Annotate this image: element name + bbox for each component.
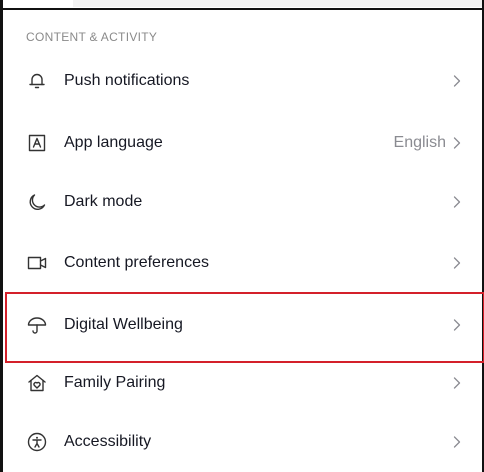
settings-row-digital-wellbeing[interactable]: Digital Wellbeing: [6, 300, 480, 350]
chevron-right-icon: [452, 376, 462, 390]
settings-screen: CONTENT & ACTIVITY Push notifications Ap…: [0, 0, 484, 472]
row-label: Family Pairing: [64, 374, 166, 391]
row-label: Push notifications: [64, 72, 190, 89]
settings-row-push-notifications[interactable]: Push notifications: [6, 56, 480, 106]
top-bar-strip: [73, 0, 482, 7]
row-value: English: [393, 134, 446, 151]
settings-row-accessibility[interactable]: Accessibility: [6, 417, 480, 467]
home-heart-icon: [26, 372, 48, 394]
top-bar: [3, 0, 482, 10]
settings-row-app-language[interactable]: App language English: [6, 118, 480, 168]
language-icon: [26, 132, 48, 154]
chevron-right-icon: [452, 256, 462, 270]
chevron-right-icon: [452, 195, 462, 209]
row-label: Digital Wellbeing: [64, 316, 183, 333]
umbrella-icon: [26, 314, 48, 336]
chevron-right-icon: [452, 136, 462, 150]
bell-icon: [26, 70, 48, 92]
settings-row-content-preferences[interactable]: Content preferences: [6, 238, 480, 288]
accessibility-icon: [26, 431, 48, 453]
row-label: Accessibility: [64, 433, 152, 450]
row-label: Dark mode: [64, 193, 143, 210]
chevron-right-icon: [452, 435, 462, 449]
section-header: CONTENT & ACTIVITY: [26, 30, 158, 44]
settings-row-family-pairing[interactable]: Family Pairing: [6, 358, 480, 408]
row-label: Content preferences: [64, 254, 209, 271]
row-label: App language: [64, 134, 163, 151]
video-icon: [26, 252, 48, 274]
chevron-right-icon: [452, 74, 462, 88]
moon-icon: [26, 191, 48, 213]
chevron-right-icon: [452, 318, 462, 332]
settings-row-dark-mode[interactable]: Dark mode: [6, 177, 480, 227]
